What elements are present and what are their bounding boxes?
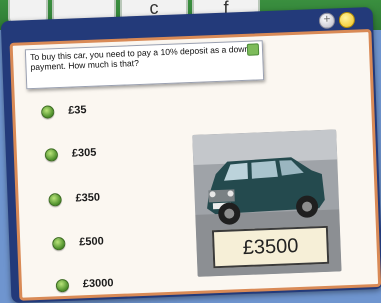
plus-icon[interactable] — [318, 12, 336, 30]
question-box: To buy this car, you need to pay a 10% d… — [24, 40, 265, 90]
answer-option-5[interactable]: £3000 — [55, 274, 114, 294]
car-photo: £3500 — [192, 129, 342, 277]
answer-option-4[interactable]: £500 — [52, 232, 104, 252]
radio-icon[interactable] — [52, 236, 66, 250]
check-icon[interactable] — [246, 43, 260, 56]
radio-icon[interactable] — [40, 104, 55, 119]
radio-icon[interactable] — [48, 192, 62, 207]
quiz-frame: To buy this car, you need to pay a 10% d… — [0, 6, 381, 303]
answer-label: £500 — [79, 235, 104, 249]
quiz-window: To buy this car, you need to pay a 10% d… — [0, 6, 381, 303]
answer-option-2[interactable]: £305 — [44, 144, 97, 164]
close-icon[interactable] — [338, 11, 356, 29]
answer-label: £305 — [71, 146, 97, 160]
price-tag: £3500 — [211, 225, 330, 269]
answer-label: £35 — [67, 104, 87, 117]
quiz-panel: To buy this car, you need to pay a 10% d… — [9, 29, 381, 301]
question-text: To buy this car, you need to pay a 10% d… — [29, 43, 250, 73]
answer-label: £350 — [75, 191, 101, 205]
answer-option-3[interactable]: £350 — [48, 189, 100, 209]
radio-icon[interactable] — [44, 147, 59, 162]
radio-icon[interactable] — [55, 278, 70, 292]
answer-label: £3000 — [82, 277, 114, 291]
answer-option-1[interactable]: £35 — [40, 101, 87, 121]
